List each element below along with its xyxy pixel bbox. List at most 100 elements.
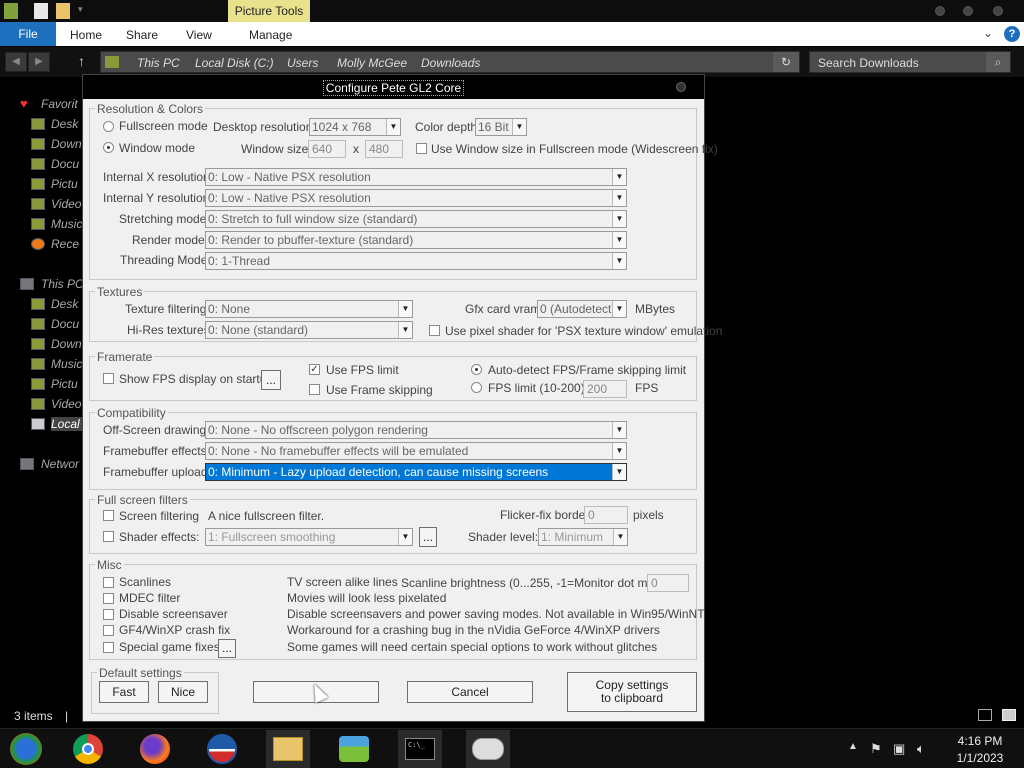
show-fps-checkbox[interactable] <box>103 373 114 384</box>
use-fps-limit-checkbox[interactable]: ✓ <box>309 364 320 375</box>
cancel-button[interactable]: Cancel <box>407 681 533 703</box>
sidebar-item[interactable]: Video <box>51 397 82 411</box>
forward-button[interactable]: ▶ <box>28 52 50 72</box>
start-button[interactable] <box>4 730 48 768</box>
use-window-size-label[interactable]: Use Window size in Fullscreen mode (Wide… <box>431 142 718 156</box>
sidebar-item[interactable]: Pictu <box>51 177 82 191</box>
window-width-input[interactable]: 640 <box>308 140 346 158</box>
search-input[interactable]: Search Downloads <box>809 51 1011 73</box>
screen-filtering-label[interactable]: Screen filtering <box>119 509 199 523</box>
fullscreen-mode-label[interactable]: Fullscreen mode <box>119 119 208 133</box>
shader-level-select[interactable]: 1: Minimum ▼ <box>538 528 628 546</box>
sidebar-item[interactable]: Video <box>51 197 82 211</box>
details-view-icon[interactable] <box>978 709 992 721</box>
shader-options-button[interactable]: ... <box>419 527 437 547</box>
offscreen-select[interactable]: 0: None - No offscreen polygon rendering… <box>205 421 627 439</box>
fps-limit-label[interactable]: FPS limit (10-200) : <box>488 381 591 395</box>
use-fps-limit-label[interactable]: Use FPS limit <box>326 363 399 377</box>
internal-y-select[interactable]: 0: Low - Native PSX resolution ▼ <box>205 189 627 207</box>
breadcrumb-downloads[interactable]: Downloads <box>421 56 480 70</box>
color-depth-select[interactable]: 16 Bit ▼ <box>475 118 527 136</box>
misc-checkbox[interactable] <box>103 593 114 604</box>
fb-effects-select[interactable]: 0: None - No framebuffer effects will be… <box>205 442 627 460</box>
misc-checkbox[interactable] <box>103 642 114 653</box>
chevron-up-icon[interactable]: ▲ <box>848 741 858 752</box>
misc-option-label[interactable]: MDEC filter <box>119 591 180 605</box>
show-fps-label[interactable]: Show FPS display on startup <box>119 372 273 386</box>
window-mode-label[interactable]: Window mode <box>119 141 195 155</box>
chrome-icon[interactable] <box>66 730 110 768</box>
refresh-icon[interactable]: ↻ <box>773 52 799 72</box>
gamepad-icon[interactable] <box>466 730 510 768</box>
breadcrumb-local-disk[interactable]: Local Disk (C:) <box>195 56 274 70</box>
nice-button[interactable]: Nice <box>158 681 208 703</box>
properties-icon[interactable] <box>34 3 48 19</box>
window-height-input[interactable]: 480 <box>365 140 403 158</box>
large-icons-view-icon[interactable] <box>1002 709 1016 721</box>
misc-option-label[interactable]: Special game fixes <box>119 640 220 654</box>
misc-option-label[interactable]: Scanlines <box>119 575 171 589</box>
sidebar-item[interactable]: Rece <box>51 237 82 251</box>
obama-icon[interactable] <box>200 730 244 768</box>
special-fixes-button[interactable]: ... <box>218 639 236 658</box>
misc-checkbox[interactable] <box>103 577 114 588</box>
auto-detect-fps-label[interactable]: Auto-detect FPS/Frame skipping limit <box>488 363 686 377</box>
breadcrumb-users[interactable]: Users <box>287 56 318 70</box>
sidebar-item[interactable]: Down <box>51 337 82 351</box>
vram-select[interactable]: 0 (Autodetect) ▼ <box>537 300 627 318</box>
address-input[interactable]: This PC Local Disk (C:) Users Molly McGe… <box>100 51 800 73</box>
sidebar-item[interactable]: Local <box>51 417 82 431</box>
use-window-size-checkbox[interactable] <box>416 143 427 154</box>
sidebar-item[interactable]: Music <box>51 217 82 231</box>
shader-effects-checkbox[interactable] <box>103 531 114 542</box>
sidebar-item[interactable]: Down <box>51 137 82 151</box>
screen-filtering-checkbox[interactable] <box>103 510 114 521</box>
tab-file[interactable]: File <box>0 22 56 46</box>
fullscreen-mode-radio[interactable] <box>103 121 114 132</box>
shader-effects-label[interactable]: Shader effects: <box>119 530 200 544</box>
chevron-down-icon[interactable]: ⌄ <box>983 26 993 40</box>
misc-option-label[interactable]: Disable screensaver <box>119 607 228 621</box>
hires-textures-select[interactable]: 0: None (standard) ▼ <box>205 321 413 339</box>
flag-icon[interactable]: ⚑ <box>870 741 882 757</box>
pixel-shader-label[interactable]: Use pixel shader for 'PSX texture window… <box>445 324 722 338</box>
firefox-icon[interactable] <box>133 730 177 768</box>
chevron-down-icon[interactable]: ▾ <box>78 4 83 15</box>
shader-effects-select[interactable]: 1: Fullscreen smoothing ▼ <box>205 528 413 546</box>
minimize-button[interactable] <box>935 6 945 16</box>
dialog-titlebar[interactable]: Configure Pete GL2 Core <box>83 75 704 99</box>
fps-limit-input[interactable]: 200 <box>583 380 627 398</box>
internal-x-select[interactable]: 0: Low - Native PSX resolution ▼ <box>205 168 627 186</box>
stretching-mode-select[interactable]: 0: Stretch to full window size (standard… <box>205 210 627 228</box>
sidebar-item[interactable]: This PC <box>41 277 82 291</box>
misc-option-label[interactable]: GF4/WinXP crash fix <box>119 623 230 637</box>
frame-skipping-checkbox[interactable] <box>309 384 320 395</box>
new-folder-icon[interactable] <box>56 3 70 19</box>
copy-settings-button[interactable]: Copy settings to clipboard <box>567 672 697 712</box>
fast-button[interactable]: Fast <box>99 681 149 703</box>
threading-mode-select[interactable]: 0: 1-Thread ▼ <box>205 252 627 270</box>
tab-manage[interactable]: Manage <box>249 22 292 46</box>
frame-skipping-label[interactable]: Use Frame skipping <box>326 383 433 397</box>
file-explorer-icon[interactable] <box>266 730 310 768</box>
tab-share[interactable]: Share <box>126 22 158 46</box>
pixel-shader-checkbox[interactable] <box>429 325 440 336</box>
flicker-fix-input[interactable]: 0 <box>584 506 628 524</box>
up-arrow-icon[interactable]: ↑ <box>78 53 85 69</box>
window-mode-radio[interactable] <box>103 142 114 153</box>
back-button[interactable]: ◀ <box>5 52 27 72</box>
search-icon[interactable]: ⌕ <box>986 52 1010 72</box>
sidebar-item[interactable]: Docu <box>51 157 82 171</box>
fb-upload-select[interactable]: 0: Minimum - Lazy upload detection, can … <box>205 463 627 481</box>
desktop-resolution-select[interactable]: 1024 x 768 ▼ <box>309 118 401 136</box>
scanline-brightness-input[interactable]: 0 <box>647 574 689 592</box>
close-button[interactable] <box>993 6 1003 16</box>
sidebar-item[interactable]: Networ <box>41 457 82 471</box>
help-icon[interactable]: ? <box>1004 26 1020 42</box>
misc-checkbox[interactable] <box>103 609 114 620</box>
fps-limit-radio[interactable] <box>471 382 482 393</box>
volume-icon[interactable]: 🔈︎ <box>917 741 925 757</box>
taskbar-clock[interactable]: 4:16 PM 1/1/2023 <box>940 733 1020 767</box>
network-icon[interactable]: ▣ <box>893 741 905 757</box>
breadcrumb-this-pc[interactable]: This PC <box>137 56 180 70</box>
